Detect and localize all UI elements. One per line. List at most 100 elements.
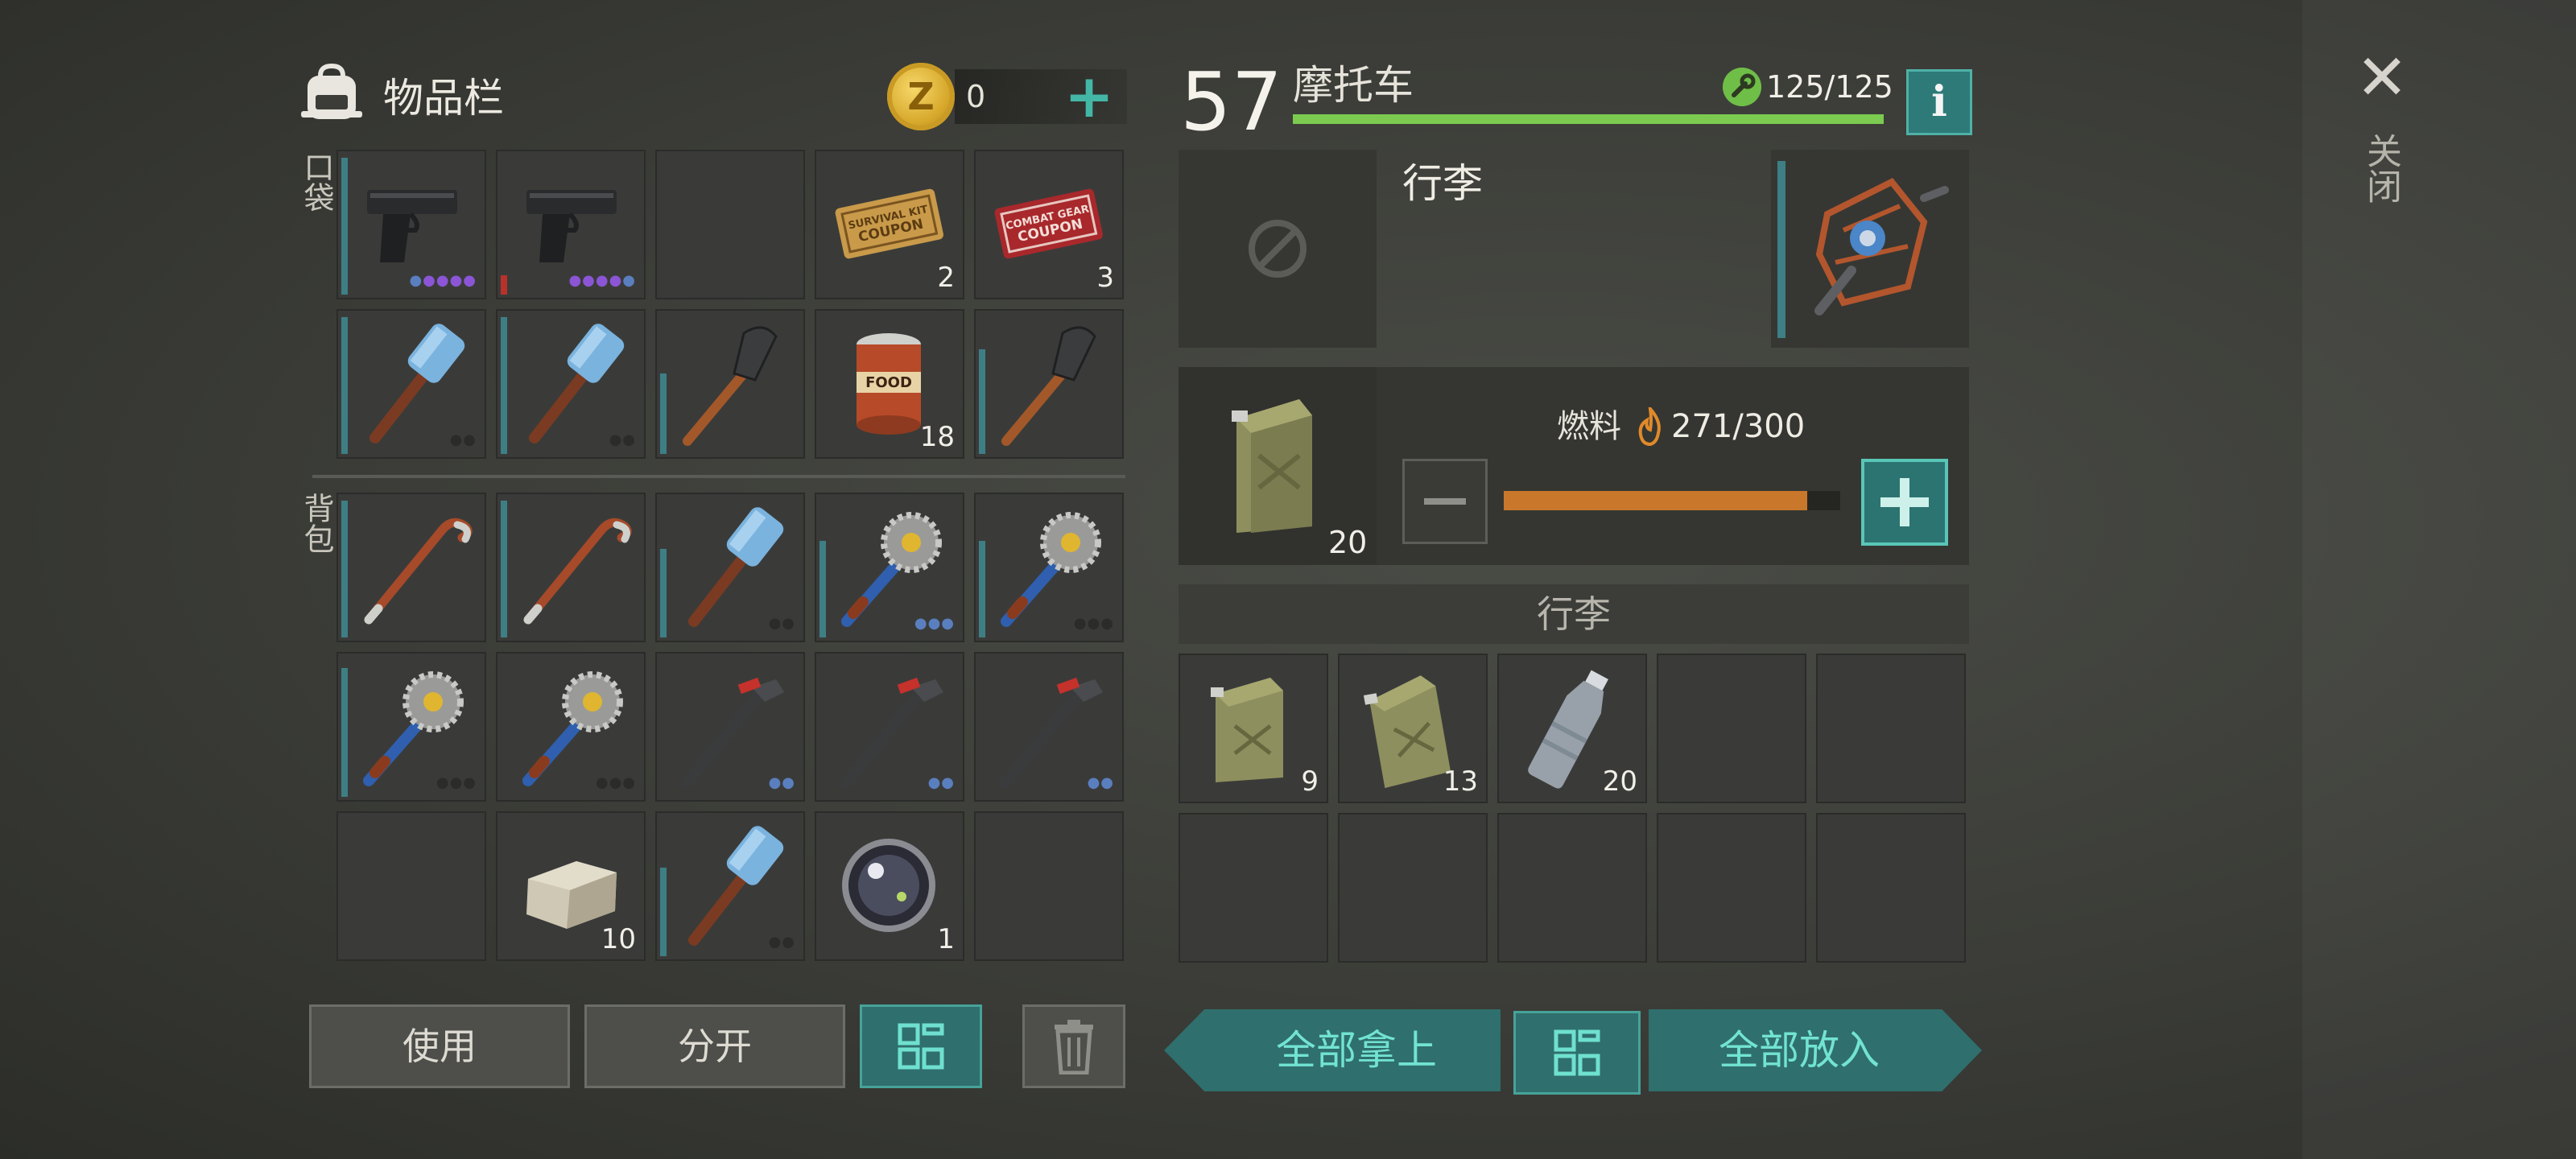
trash-icon xyxy=(1055,1020,1093,1075)
shovel-icon xyxy=(683,326,778,446)
vehicle-level: 57 xyxy=(1180,55,1283,149)
blocked-icon xyxy=(1249,220,1307,278)
grid-icon xyxy=(898,1023,944,1070)
sort-button[interactable] xyxy=(860,1004,982,1088)
luggage-slot-title: 行李 xyxy=(1402,160,1483,207)
vehicle-part-slot[interactable] xyxy=(1771,150,1969,348)
fuel-value: 271/300 xyxy=(1671,408,1806,445)
inventory-slot[interactable]: ●●● xyxy=(815,493,964,642)
upgrade-dots: ●● xyxy=(768,934,795,951)
item-count: 3 xyxy=(1096,262,1114,294)
inventory-title: 物品栏 xyxy=(383,75,504,122)
upgrade-dots: ●● xyxy=(768,615,795,632)
upgrade-dots: ●● xyxy=(768,774,795,791)
add-coins-button[interactable]: + xyxy=(1061,67,1117,126)
inventory-slot[interactable]: ●● xyxy=(496,309,646,459)
item-count: 2 xyxy=(937,262,955,294)
inventory-slot[interactable]: ●● xyxy=(815,652,964,802)
inventory-slot[interactable]: ●● xyxy=(336,309,486,459)
cargo-slot[interactable]: 9 xyxy=(1179,654,1328,803)
pockets-label: 口袋 xyxy=(299,151,334,212)
inventory-slot[interactable]: ●●●●● xyxy=(496,150,646,299)
wrench-icon xyxy=(1723,68,1761,106)
inventory-slot[interactable]: ●● xyxy=(655,493,805,642)
inventory-slot[interactable]: ●●●●● xyxy=(336,150,486,299)
inventory-slot[interactable]: 1 xyxy=(815,811,964,961)
cargo-slot-empty[interactable] xyxy=(1816,654,1966,803)
info-button[interactable]: i xyxy=(1906,69,1972,135)
upgrade-dots: ●●● xyxy=(1073,615,1114,632)
cargo-slot-empty[interactable] xyxy=(1497,813,1647,963)
use-button[interactable]: 使用 xyxy=(309,1004,570,1088)
cargo-slot-empty[interactable] xyxy=(1657,813,1806,963)
section-divider xyxy=(312,475,1125,478)
close-icon[interactable]: ✕ xyxy=(2354,47,2410,109)
upgrade-dots: ●● xyxy=(1087,774,1114,791)
inventory-slot[interactable]: ●●● xyxy=(974,493,1124,642)
item-count: 1 xyxy=(937,923,955,955)
inventory-slot[interactable]: SURVIVAL KIT COUPON 2 xyxy=(815,150,964,299)
inventory-slot[interactable]: ●●● xyxy=(336,652,486,802)
shovel-icon xyxy=(1001,326,1096,446)
upgrade-dots: ●●●●● xyxy=(568,272,636,289)
upgrade-dots: ●● xyxy=(609,431,636,448)
put-all-button[interactable]: 全部放入 xyxy=(1649,1009,1982,1091)
item-count: 20 xyxy=(1602,765,1637,798)
upgrade-dots: ●● xyxy=(927,774,955,791)
fuel-decrease-button[interactable] xyxy=(1402,459,1488,544)
upgrade-dots: ●●● xyxy=(595,774,636,791)
fuel-label: 燃料 xyxy=(1557,408,1621,445)
fuel-can-count: 20 xyxy=(1328,525,1368,560)
inventory-slot[interactable]: FOOD 18 xyxy=(815,309,964,459)
split-button[interactable]: 分开 xyxy=(584,1004,845,1088)
inventory-slot[interactable]: ●● xyxy=(655,811,805,961)
inventory-slot-empty[interactable] xyxy=(336,811,486,961)
coin-count: 0 xyxy=(966,79,986,114)
vehicle-equipment-slot[interactable] xyxy=(1179,150,1377,348)
minus-icon xyxy=(1424,498,1466,505)
crowbar-icon xyxy=(523,518,632,625)
cargo-slot-empty[interactable] xyxy=(1338,813,1488,963)
upgrade-dots: ●●● xyxy=(436,774,477,791)
side-strip xyxy=(2302,0,2576,1159)
vehicle-condition-bar xyxy=(1293,114,1884,124)
inventory-slot[interactable]: ●●● xyxy=(496,652,646,802)
item-count: 13 xyxy=(1443,765,1478,798)
upgrade-dots: ●●●●● xyxy=(409,272,477,289)
vehicle-name: 摩托车 xyxy=(1293,62,1414,109)
grid-icon xyxy=(1554,1029,1600,1076)
backpack-label: 背包 xyxy=(299,493,334,554)
inventory-slot[interactable]: COMBAT GEAR COUPON 3 xyxy=(974,150,1124,299)
inventory-slot[interactable]: ●● xyxy=(974,652,1124,802)
close-label[interactable]: 关闭 xyxy=(2360,133,2401,204)
item-count: 18 xyxy=(919,421,955,453)
inventory-slot[interactable]: ●● xyxy=(655,652,805,802)
inventory-slot[interactable] xyxy=(496,493,646,642)
sort-cargo-button[interactable] xyxy=(1513,1011,1641,1095)
cargo-slot[interactable]: 20 xyxy=(1497,654,1647,803)
cargo-slot-empty[interactable] xyxy=(1657,654,1806,803)
inventory-slot[interactable]: 10 xyxy=(496,811,646,961)
coin-icon: Z xyxy=(887,63,955,130)
item-count: 10 xyxy=(601,923,636,955)
inventory-slot-empty[interactable] xyxy=(655,150,805,299)
inventory-slot[interactable] xyxy=(655,309,805,459)
take-all-button[interactable]: 全部拿上 xyxy=(1164,1009,1501,1091)
inventory-slot[interactable] xyxy=(974,309,1124,459)
take-all-label: 全部拿上 xyxy=(1276,1027,1437,1074)
put-all-label: 全部放入 xyxy=(1719,1027,1880,1074)
cargo-header: 行李 xyxy=(1179,584,1969,644)
fuel-increase-button[interactable] xyxy=(1861,459,1948,546)
delete-button[interactable] xyxy=(1022,1004,1125,1088)
cargo-slot-empty[interactable] xyxy=(1816,813,1966,963)
upgrade-dots: ●● xyxy=(449,431,477,448)
vehicle-condition-value: 125/125 xyxy=(1766,69,1893,105)
cargo-slot-empty[interactable] xyxy=(1179,813,1328,963)
inventory-slot[interactable] xyxy=(336,493,486,642)
motorcycle-rack-icon xyxy=(1814,177,1949,316)
backpack-icon xyxy=(301,63,362,119)
flame-icon xyxy=(1638,407,1661,446)
inventory-slot-empty[interactable] xyxy=(974,811,1124,961)
crowbar-icon xyxy=(364,518,473,625)
cargo-slot[interactable]: 13 xyxy=(1338,654,1488,803)
